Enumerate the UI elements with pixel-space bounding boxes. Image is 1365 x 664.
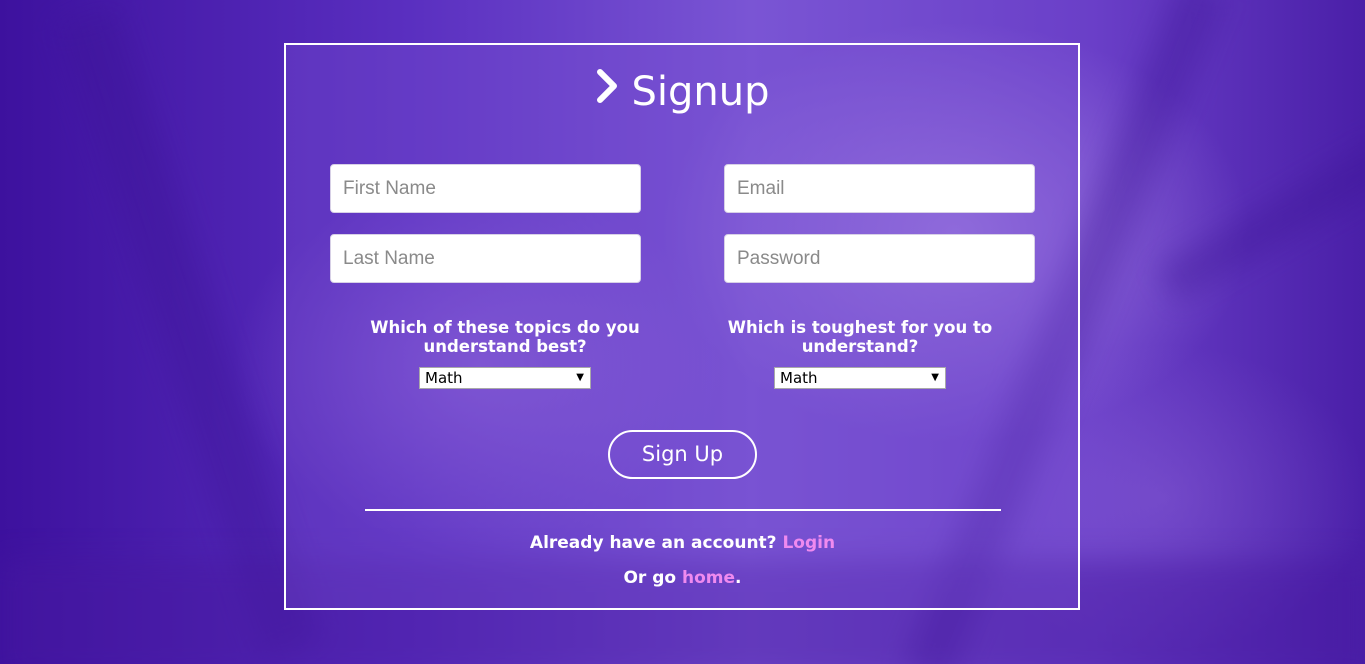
home-prompt: Or go home. bbox=[0, 568, 1365, 588]
password-field[interactable] bbox=[724, 234, 1035, 283]
login-prompt: Already have an account? Login bbox=[0, 533, 1365, 553]
page-title: Signup bbox=[0, 66, 1365, 118]
chevron-right-icon bbox=[596, 64, 618, 116]
home-prompt-period: . bbox=[735, 568, 742, 588]
best-topic-select[interactable]: Math ▼ bbox=[419, 367, 591, 389]
home-prompt-text: Or go bbox=[623, 568, 677, 588]
caret-down-icon: ▼ bbox=[576, 372, 584, 383]
best-topic-value: Math bbox=[425, 369, 463, 387]
home-link[interactable]: home bbox=[682, 568, 735, 588]
email-field[interactable] bbox=[724, 164, 1035, 213]
question-best-label: Which of these topics do you understand … bbox=[370, 318, 640, 356]
divider bbox=[365, 509, 1001, 511]
login-link[interactable]: Login bbox=[782, 533, 835, 553]
toughest-topic-select[interactable]: Math ▼ bbox=[774, 367, 946, 389]
sign-up-button[interactable]: Sign Up bbox=[608, 430, 757, 479]
toughest-topic-value: Math bbox=[780, 369, 818, 387]
caret-down-icon: ▼ bbox=[931, 372, 939, 383]
login-prompt-text: Already have an account? bbox=[529, 533, 777, 553]
first-name-field[interactable] bbox=[330, 164, 641, 213]
page-title-text: Signup bbox=[631, 69, 770, 115]
last-name-field[interactable] bbox=[330, 234, 641, 283]
question-toughest-label: Which is toughest for you to understand? bbox=[727, 318, 993, 356]
